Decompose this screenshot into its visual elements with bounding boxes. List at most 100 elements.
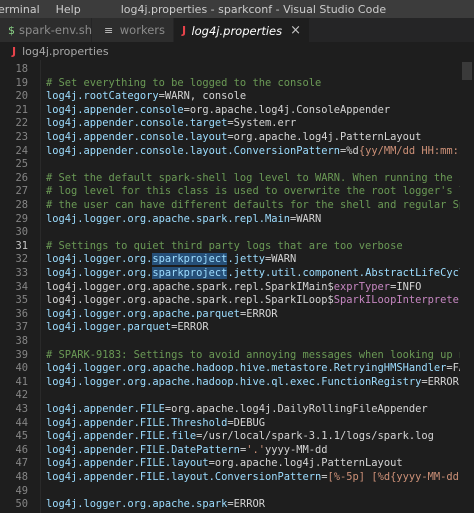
code-line[interactable]: 31 # Settings to quiet third party logs t…	[0, 240, 474, 254]
code-token: =%d	[340, 144, 359, 157]
code-token: =ERROR	[239, 307, 278, 320]
line-code: log4j.rootCategory=WARN, console	[46, 90, 246, 104]
code-line[interactable]: 38	[0, 335, 474, 349]
code-line[interactable]: 24 log4j.appender.console.layout.Conversi…	[0, 145, 474, 159]
text-file-icon: ≡	[104, 23, 114, 37]
code-token: yyyy-MM-dd	[264, 443, 328, 456]
code-token: log4j.logger.org.apache.spark.repl.Main	[46, 212, 290, 225]
code-line[interactable]: 35 log4j.logger.org.apache.spark.repl.Spa…	[0, 294, 474, 308]
code-line[interactable]: 36 log4j.logger.org.apache.parquet=ERROR	[0, 308, 474, 322]
line-code: log4j.logger.org.apache.parquet=ERROR	[46, 308, 277, 322]
code-token: log4j.logger.org.apache.hadoop.hive.ql.e…	[46, 375, 422, 388]
window-title: log4j.properties - sparkconf - Visual St…	[120, 2, 387, 16]
code-token: SparkILoopInterpreter	[333, 294, 466, 307]
code-token: =ERROR	[421, 375, 459, 388]
line-code: log4j.logger.org.apache.hadoop.hive.ql.e…	[46, 376, 459, 390]
code-line[interactable]: 29 log4j.logger.org.apache.spark.repl.Mai…	[0, 213, 474, 227]
code-line[interactable]: 20 log4j.rootCategory=WARN, console	[0, 90, 474, 104]
line-code: # Set the default spark-shell log level …	[46, 172, 474, 186]
code-line[interactable]: 18	[0, 63, 474, 77]
line-code: log4j.appender.FILE.DatePattern='.'yyyy-…	[46, 444, 328, 458]
code-line[interactable]: 42	[0, 389, 474, 403]
code-line[interactable]: 49	[0, 485, 474, 499]
line-code: log4j.logger.org.sparkproject.jetty=WARN	[46, 253, 296, 267]
line-number: 37	[15, 321, 28, 334]
code-line[interactable]: 34 log4j.logger.org.apache.spark.repl.Spa…	[0, 281, 474, 295]
code-line[interactable]: 39 # SPARK-9183: Settings to avoid annoyi…	[0, 349, 474, 363]
code-line[interactable]: 40 log4j.logger.org.apache.hadoop.hive.me…	[0, 362, 474, 376]
line-code: log4j.appender.FILE.file=/usr/local/spar…	[46, 430, 434, 444]
menu-terminal[interactable]: erminal	[0, 3, 46, 16]
minimap-slider[interactable]	[462, 62, 472, 80]
code-editor[interactable]: 18 19 # Set everything to be logged to the…	[0, 60, 474, 513]
properties-file-icon: J	[12, 44, 17, 58]
line-number: 44	[15, 416, 28, 429]
code-line[interactable]: 23 log4j.appender.console.layout=org.apac…	[0, 131, 474, 145]
menu-help[interactable]: Help	[56, 3, 87, 16]
line-number: 28	[15, 199, 28, 211]
code-token: =/usr/local/spark-3.1.1/logs/spark.log	[196, 430, 434, 443]
code-token: log4j.appender.FILE	[46, 403, 165, 415]
code-line[interactable]: 26 # Set the default spark-shell log leve…	[0, 172, 474, 186]
line-number: 32	[15, 253, 28, 266]
breadcrumb-file[interactable]: log4j.properties	[22, 45, 108, 58]
code-line[interactable]: 45 log4j.appender.FILE.file=/usr/local/sp…	[0, 430, 474, 444]
code-token: =org.apache.log4j.ConsoleAppender	[183, 103, 391, 116]
close-icon[interactable]: ×	[290, 23, 301, 38]
tab-label: log4j.properties	[191, 23, 283, 38]
line-number: 24	[15, 144, 28, 157]
code-token: log4j.logger.org.apache.hadoop.hive.meta…	[46, 362, 447, 375]
code-token: =ERROR	[227, 498, 265, 511]
code-line[interactable]: 25	[0, 158, 474, 172]
code-line[interactable]: 46 log4j.appender.FILE.DatePattern='.'yyy…	[0, 444, 474, 458]
line-number: 46	[15, 443, 28, 456]
line-number: 33	[15, 267, 28, 279]
code-token: exprTyper	[333, 280, 391, 293]
code-line[interactable]: 22 log4j.appender.console.target=System.e…	[0, 117, 474, 131]
line-code: log4j.logger.org.apache.hadoop.hive.meta…	[46, 362, 474, 376]
code-line[interactable]: 37 log4j.logger.parquet=ERROR	[0, 321, 474, 335]
code-line[interactable]: 32 log4j.logger.org.sparkproject.jetty=WA…	[0, 253, 474, 267]
code-token: =System.err	[227, 117, 297, 130]
code-token: sparkproject	[152, 253, 228, 266]
code-token: # Settings to quiet third party logs tha…	[46, 239, 403, 252]
tab-log4j-properties[interactable]: J log4j.properties ×	[174, 18, 310, 42]
line-number: 31	[15, 239, 28, 252]
line-code: log4j.logger.org.apache.spark.repl.Main=…	[46, 213, 321, 227]
line-code: log4j.appender.FILE.Threshold=DEBUG	[46, 417, 265, 431]
code-line[interactable]: 43 log4j.appender.FILE=org.apache.log4j.D…	[0, 403, 474, 417]
line-number: 29	[15, 212, 28, 225]
code-token: log4j.logger.org.	[46, 267, 153, 279]
code-line[interactable]: 44 log4j.appender.FILE.Threshold=DEBUG	[0, 417, 474, 431]
code-token: =org.apache.log4j.DailyRollingFileAppend…	[164, 403, 428, 415]
code-line[interactable]: 41 log4j.logger.org.apache.hadoop.hive.ql…	[0, 376, 474, 390]
line-number: 42	[15, 389, 28, 402]
code-token: log4j.appender.FILE.Threshold	[46, 416, 228, 429]
code-line[interactable]: 30	[0, 226, 474, 240]
code-line[interactable]: 19 # Set everything to be logged to the c…	[0, 77, 474, 91]
minimap[interactable]	[460, 60, 474, 513]
code-line[interactable]: 21 log4j.appender.console=org.apache.log4…	[0, 104, 474, 118]
code-token: log4j.appender.console.layout	[46, 131, 228, 143]
tab-label: workers	[119, 23, 165, 37]
line-number: 22	[15, 117, 28, 130]
code-token: =org.apache.log4j.PatternLayout	[208, 457, 403, 470]
code-line[interactable]: 48 log4j.appender.FILE.layout.ConversionP…	[0, 471, 474, 485]
line-number: 23	[15, 131, 28, 143]
code-line[interactable]: 50 log4j.logger.org.apache.spark=ERROR	[0, 498, 474, 512]
line-code: log4j.appender.FILE.layout.ConversionPat…	[46, 471, 474, 485]
title-bar: erminal Help log4j.properties - sparkcon…	[0, 0, 474, 18]
line-number: 50	[15, 498, 28, 511]
tab-label: spark-env.sh	[19, 23, 93, 37]
code-line[interactable]: 47 log4j.appender.FILE.layout=org.apache.…	[0, 457, 474, 471]
code-line[interactable]: 33 log4j.logger.org.sparkproject.jetty.ut…	[0, 267, 474, 281]
tab-workers[interactable]: ≡ workers	[92, 18, 174, 42]
code-token: # SPARK-9183: Settings to avoid annoying…	[46, 348, 474, 361]
code-line[interactable]: 28 # the user can have different defaults…	[0, 199, 474, 213]
line-number: 36	[15, 307, 28, 320]
line-number: 19	[15, 76, 28, 89]
tab-spark-env[interactable]: $ spark-env.sh	[0, 18, 92, 42]
line-code: # Settings to quiet third party logs tha…	[46, 240, 403, 254]
code-line[interactable]: 27 # log level for this class is used to …	[0, 185, 474, 199]
line-number: 38	[15, 335, 28, 347]
